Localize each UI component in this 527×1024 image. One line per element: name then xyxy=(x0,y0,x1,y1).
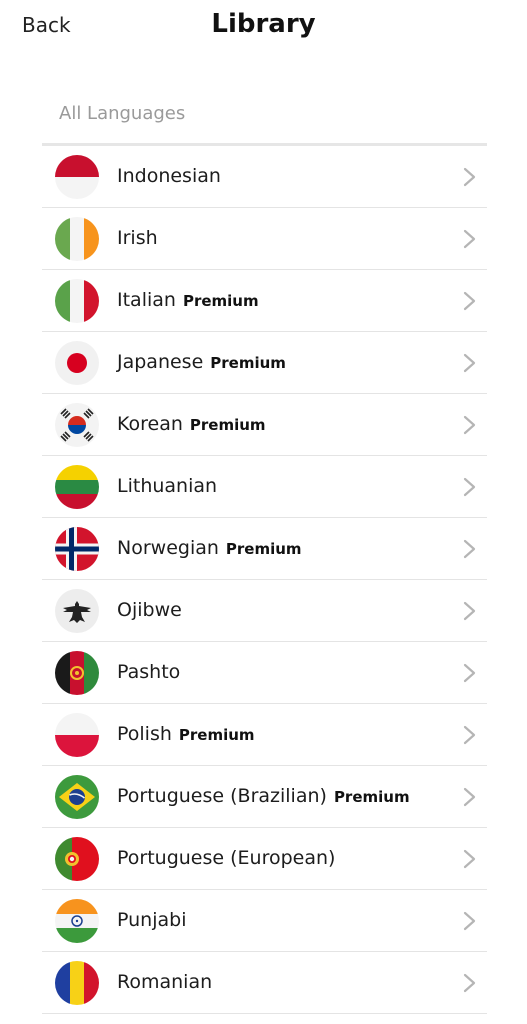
language-name: Polish xyxy=(117,723,172,745)
language-label: Punjabi xyxy=(117,909,186,931)
chevron-right-icon xyxy=(459,849,479,869)
premium-badge: Premium xyxy=(182,292,259,310)
romania-flag-icon xyxy=(55,961,99,1005)
language-label: Norwegian Premium xyxy=(117,537,302,559)
language-name: Portuguese (European) xyxy=(117,847,336,869)
language-label: Italian Premium xyxy=(117,289,259,311)
language-label: Irish xyxy=(117,227,158,249)
language-row-korean[interactable]: Korean Premium xyxy=(42,394,487,456)
chevron-right-icon xyxy=(459,601,479,621)
chevron-right-icon xyxy=(459,973,479,993)
premium-badge: Premium xyxy=(333,788,410,806)
language-label: Polish Premium xyxy=(117,723,255,745)
language-label: Japanese Premium xyxy=(117,351,286,373)
premium-badge: Premium xyxy=(189,416,266,434)
japan-flag-icon xyxy=(55,341,99,385)
language-list: Indonesian Irish Italian Premium Japanese… xyxy=(42,143,487,1014)
chevron-right-icon xyxy=(459,291,479,311)
language-row-japanese[interactable]: Japanese Premium xyxy=(42,332,487,394)
south-korea-flag-icon xyxy=(55,403,99,447)
india-flag-icon xyxy=(55,899,99,943)
language-label: Portuguese (Brazilian) Premium xyxy=(117,785,410,807)
language-label: Lithuanian xyxy=(117,475,217,497)
ojibwe-thunderbird-icon xyxy=(55,589,99,633)
language-row-romanian[interactable]: Romanian xyxy=(42,952,487,1014)
language-name: Ojibwe xyxy=(117,599,182,621)
premium-badge: Premium xyxy=(225,540,302,558)
language-name: Japanese xyxy=(117,351,204,373)
language-name: Norwegian xyxy=(117,537,219,559)
language-name: Portuguese (Brazilian) xyxy=(117,785,327,807)
poland-flag-icon xyxy=(55,713,99,757)
language-row-lithuanian[interactable]: Lithuanian xyxy=(42,456,487,518)
language-row-norwegian[interactable]: Norwegian Premium xyxy=(42,518,487,580)
language-name: Korean xyxy=(117,413,183,435)
language-row-italian[interactable]: Italian Premium xyxy=(42,270,487,332)
language-label: Portuguese (European) xyxy=(117,847,335,869)
ireland-flag-icon xyxy=(55,217,99,261)
chevron-right-icon xyxy=(459,167,479,187)
language-row-indonesian[interactable]: Indonesian xyxy=(42,146,487,208)
chevron-right-icon xyxy=(459,787,479,807)
chevron-right-icon xyxy=(459,415,479,435)
language-name: Punjabi xyxy=(117,909,187,931)
italy-flag-icon xyxy=(55,279,99,323)
chevron-right-icon xyxy=(459,725,479,745)
language-name: Romanian xyxy=(117,971,213,993)
afghanistan-flag-icon xyxy=(55,651,99,695)
language-row-portuguese-european[interactable]: Portuguese (European) xyxy=(42,828,487,890)
language-row-irish[interactable]: Irish xyxy=(42,208,487,270)
portugal-flag-icon xyxy=(55,837,99,881)
language-name: Indonesian xyxy=(117,165,221,187)
language-label: Romanian xyxy=(117,971,212,993)
language-label: Pashto xyxy=(117,661,180,683)
chevron-right-icon xyxy=(459,353,479,373)
language-row-punjabi[interactable]: Punjabi xyxy=(42,890,487,952)
language-row-pashto[interactable]: Pashto xyxy=(42,642,487,704)
section-label: All Languages xyxy=(59,103,186,124)
language-name: Lithuanian xyxy=(117,475,218,497)
chevron-right-icon xyxy=(459,477,479,497)
norway-flag-icon xyxy=(55,527,99,571)
premium-badge: Premium xyxy=(178,726,255,744)
brazil-flag-icon xyxy=(55,775,99,819)
lithuania-flag-icon xyxy=(55,465,99,509)
language-name: Irish xyxy=(117,227,158,249)
premium-badge: Premium xyxy=(210,354,286,372)
chevron-right-icon xyxy=(459,539,479,559)
language-name: Pashto xyxy=(117,661,181,683)
page-title: Library xyxy=(211,9,316,39)
language-label: Indonesian xyxy=(117,165,221,187)
chevron-right-icon xyxy=(459,911,479,931)
language-name: Italian xyxy=(117,289,176,311)
language-row-polish[interactable]: Polish Premium xyxy=(42,704,487,766)
language-label: Ojibwe xyxy=(117,599,182,621)
chevron-right-icon xyxy=(459,663,479,683)
indonesia-flag-icon xyxy=(55,155,99,199)
chevron-right-icon xyxy=(459,229,479,249)
language-label: Korean Premium xyxy=(117,413,266,435)
language-row-portuguese-brazilian[interactable]: Portuguese (Brazilian) Premium xyxy=(42,766,487,828)
header-bar: Back Library xyxy=(0,0,527,56)
language-row-ojibwe[interactable]: Ojibwe xyxy=(42,580,487,642)
